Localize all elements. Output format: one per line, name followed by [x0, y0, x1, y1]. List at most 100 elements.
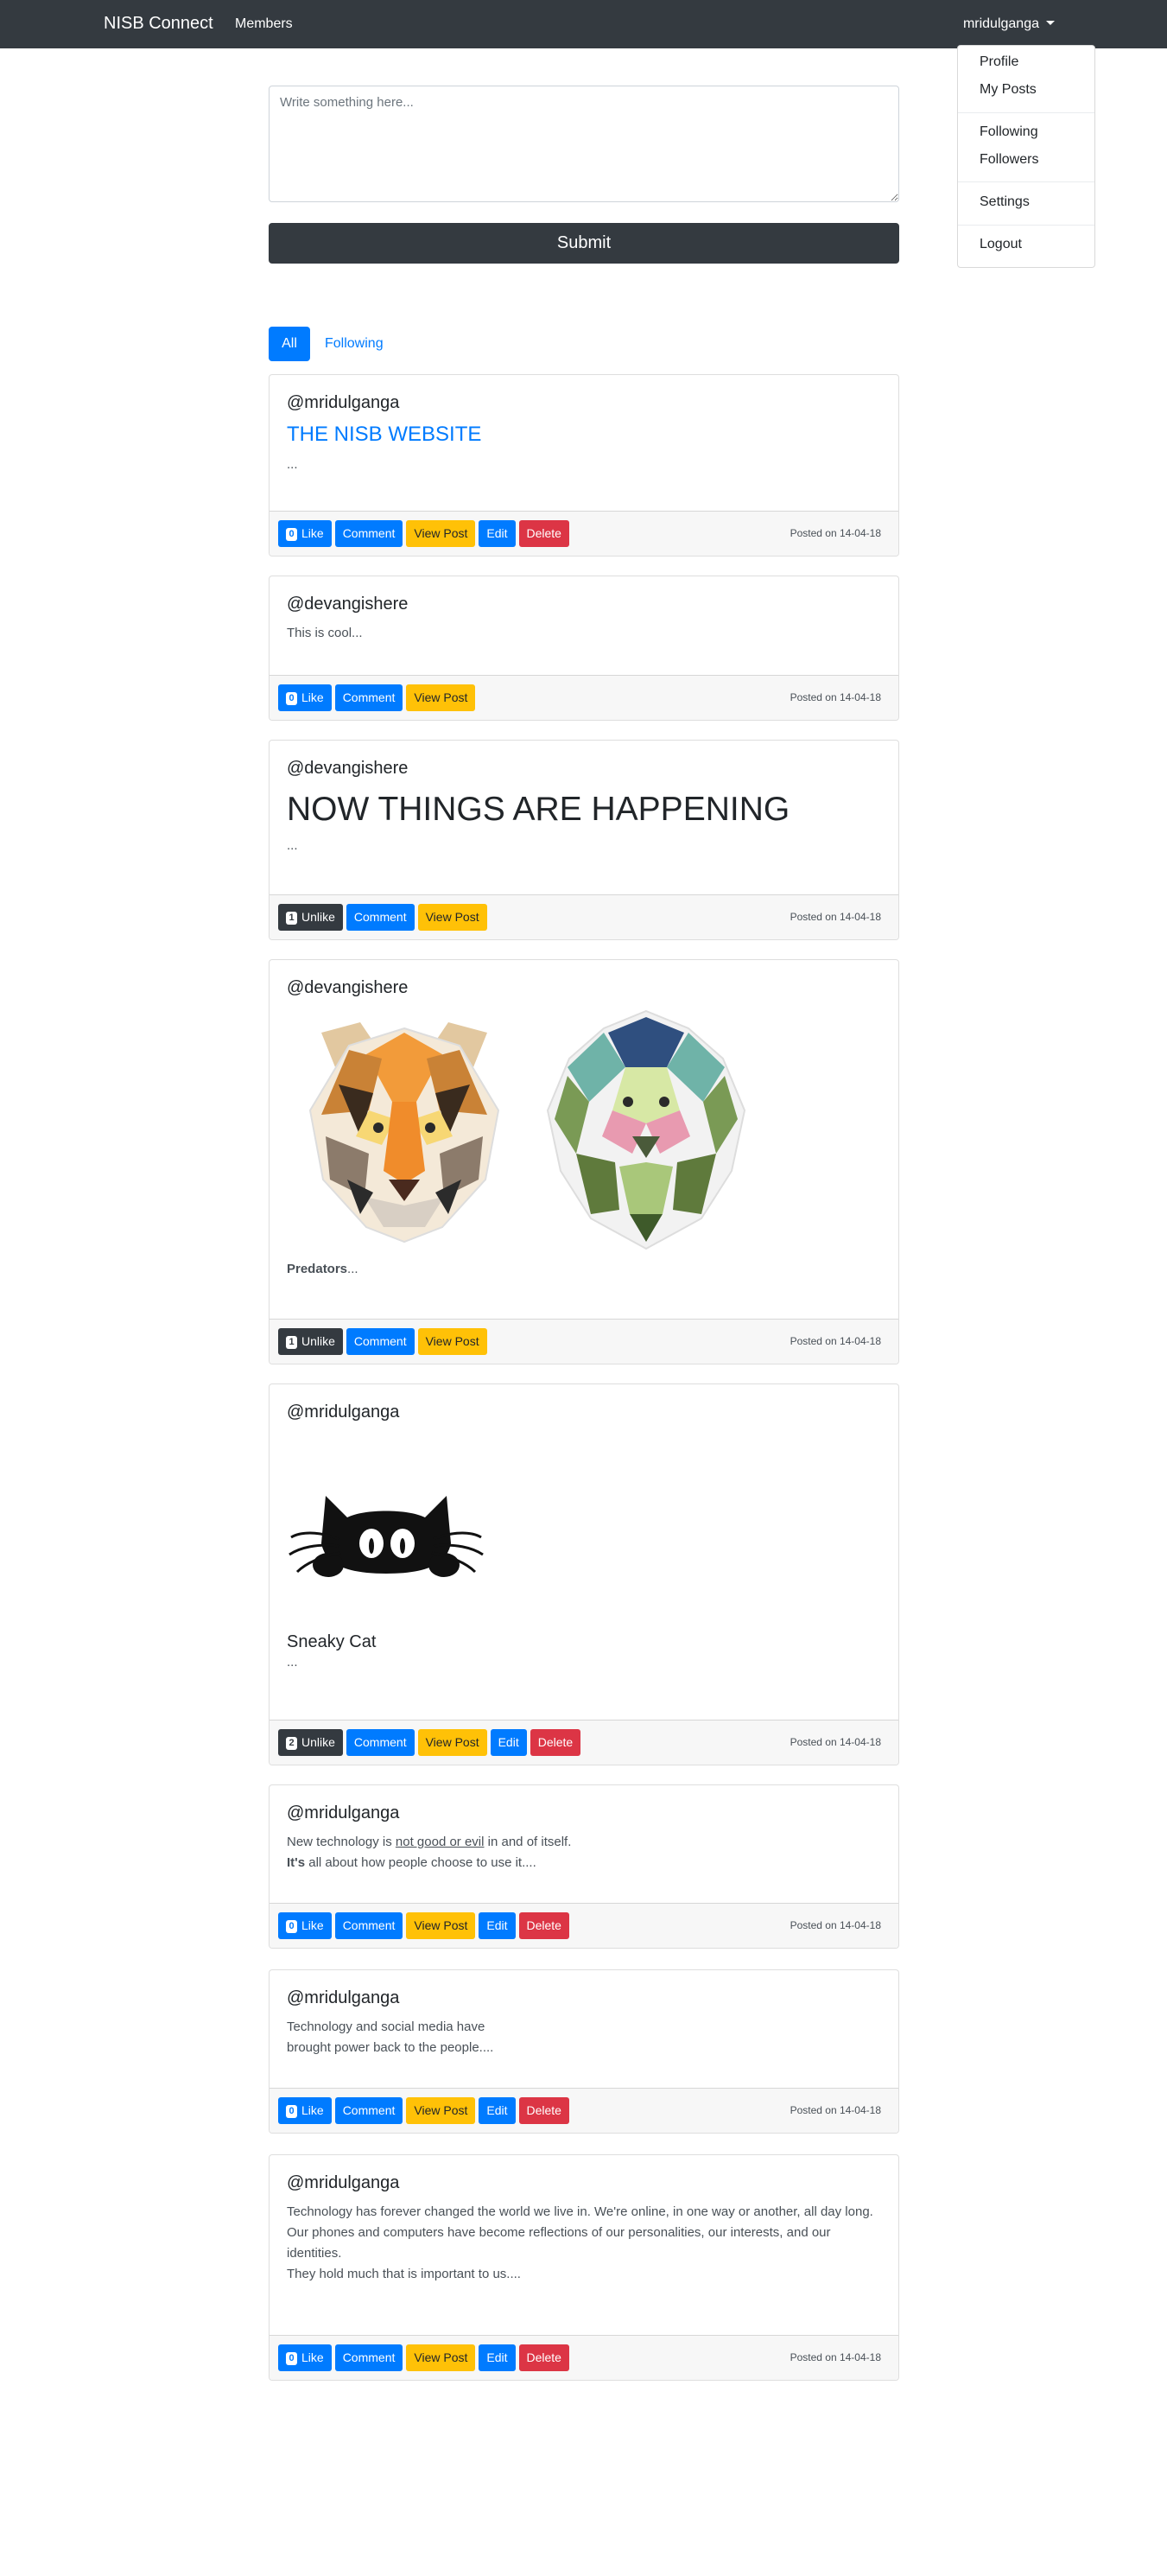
unlike-button[interactable]: 1 Unlike [278, 1328, 343, 1355]
unlike-button[interactable]: 2 Unlike [278, 1729, 343, 1756]
comment-button[interactable]: Comment [346, 1328, 415, 1355]
post-card: @mridulganga Technology has forever chan… [269, 2154, 899, 2381]
post-author[interactable]: @mridulganga [287, 1803, 881, 1823]
view-post-button[interactable]: View Post [417, 1729, 487, 1756]
post-date: Posted on 14-04-18 [790, 527, 881, 539]
post-ellipsis: ... [287, 1655, 298, 1670]
delete-button[interactable]: Delete [518, 520, 569, 547]
post-footer: 1 Unlike Comment View Post Posted on 14-0… [270, 1319, 898, 1364]
post-ellipsis: ... [287, 457, 298, 472]
comment-button[interactable]: Comment [346, 904, 415, 931]
comment-button[interactable]: Comment [334, 2097, 403, 2124]
post-text: It's all about how people choose to use … [287, 1855, 536, 1870]
post-author[interactable]: @mridulganga [287, 392, 881, 413]
dropdown-item-settings[interactable]: Settings [980, 194, 1030, 210]
post-text: Technology has forever changed the world… [287, 2204, 873, 2219]
post-text: Our phones and computers have become ref… [287, 2225, 831, 2261]
post-images [287, 1431, 881, 1631]
post-author[interactable]: @mridulganga [287, 1988, 881, 2008]
comment-button[interactable]: Comment [334, 684, 403, 711]
post-date: Posted on 14-04-18 [790, 1736, 881, 1748]
navbar: NISB Connect Members mridulganga [0, 0, 1167, 48]
edit-button[interactable]: Edit [479, 1912, 516, 1939]
post-author[interactable]: @mridulganga [287, 2172, 881, 2193]
like-count-badge: 0 [286, 692, 297, 705]
user-menu-toggle[interactable]: mridulganga [963, 16, 1055, 32]
post-date: Posted on 14-04-18 [790, 1335, 881, 1347]
like-count-badge: 1 [286, 912, 297, 925]
edit-button[interactable]: Edit [490, 1729, 527, 1756]
comment-button[interactable]: Comment [346, 1729, 415, 1756]
view-post-button[interactable]: View Post [417, 1328, 487, 1355]
dropdown-item-my-posts[interactable]: My Posts [980, 82, 1037, 98]
edit-button[interactable]: Edit [479, 520, 516, 547]
view-post-button[interactable]: View Post [406, 2344, 476, 2371]
like-count-badge: 0 [286, 2105, 297, 2118]
like-button[interactable]: 0 Like [278, 1912, 332, 1939]
comment-button[interactable]: Comment [334, 1912, 403, 1939]
cat-illustration [289, 1496, 484, 1577]
post-title-link[interactable]: THE NISB WEBSITE [287, 422, 881, 448]
dropdown-item-following[interactable]: Following [980, 124, 1038, 140]
delete-button[interactable]: Delete [518, 2097, 569, 2124]
post-footer: 0 Like Comment View Post Edit Delete Post… [270, 2335, 898, 2380]
post-footer: 0 Like Comment View Post Edit Delete Post… [270, 2088, 898, 2133]
post-date: Posted on 14-04-18 [790, 1919, 881, 1931]
edit-button[interactable]: Edit [479, 2097, 516, 2124]
post-text: They hold much that is important to us..… [287, 2267, 521, 2281]
post-date: Posted on 14-04-18 [790, 2351, 881, 2363]
post-date: Posted on 14-04-18 [790, 911, 881, 923]
unlike-button[interactable]: 1 Unlike [278, 904, 343, 931]
post-text: This is cool... [287, 626, 363, 640]
post-card: @mridulganga New technology is not good … [269, 1784, 899, 1949]
post-author[interactable]: @mridulganga [287, 1402, 881, 1422]
lion-illustration [546, 1009, 746, 1250]
post-card: @devangishere Predators... 1 Unlike Comm… [269, 959, 899, 1364]
caret-down-icon [1046, 21, 1055, 25]
brand-link[interactable]: NISB Connect [104, 14, 213, 34]
view-post-button[interactable]: View Post [406, 2097, 476, 2124]
like-count-badge: 0 [286, 528, 297, 541]
members-link[interactable]: Members [235, 16, 293, 32]
delete-button[interactable]: Delete [530, 1729, 581, 1756]
post-textarea[interactable] [269, 86, 899, 202]
post-heading: NOW THINGS ARE HAPPENING [287, 791, 790, 828]
dropdown-item-profile[interactable]: Profile [980, 54, 1018, 70]
view-post-button[interactable]: View Post [406, 520, 476, 547]
comment-button[interactable]: Comment [334, 520, 403, 547]
dropdown-item-followers[interactable]: Followers [980, 152, 1038, 168]
view-post-button[interactable]: View Post [417, 904, 487, 931]
like-button[interactable]: 0 Like [278, 2097, 332, 2124]
dropdown-item-logout[interactable]: Logout [980, 237, 1022, 252]
post-text: Predators... [287, 1262, 358, 1276]
post-text: New technology is not good or evil in an… [287, 1835, 572, 1849]
post-footer: 2 Unlike Comment View Post Edit Delete Po… [270, 1720, 898, 1765]
like-button[interactable]: 0 Like [278, 520, 332, 547]
view-post-button[interactable]: View Post [406, 1912, 476, 1939]
like-count-badge: 0 [286, 1920, 297, 1933]
post-author[interactable]: @devangishere [287, 977, 881, 998]
edit-button[interactable]: Edit [479, 2344, 516, 2371]
like-button[interactable]: 0 Like [278, 684, 332, 711]
dropdown-divider [958, 225, 1094, 226]
delete-button[interactable]: Delete [518, 2344, 569, 2371]
post-text: brought power back to the people.... [287, 2040, 494, 2055]
post-card: @devangishere NOW THINGS ARE HAPPENING .… [269, 740, 899, 940]
tab-following[interactable]: Following [325, 327, 384, 361]
tab-all[interactable]: All [269, 327, 310, 361]
post-text: Technology and social media have [287, 2019, 485, 2034]
dropdown-divider [958, 181, 1094, 182]
user-dropdown-menu: Profile My Posts Following Followers Set… [957, 45, 1095, 268]
like-count-badge: 1 [286, 1336, 297, 1349]
post-footer: 0 Like Comment View Post Edit Delete Post… [270, 1903, 898, 1948]
delete-button[interactable]: Delete [518, 1912, 569, 1939]
post-author[interactable]: @devangishere [287, 758, 881, 779]
submit-button[interactable]: Submit [269, 223, 899, 264]
post-author[interactable]: @devangishere [287, 594, 881, 614]
post-images [287, 1007, 881, 1259]
post-date: Posted on 14-04-18 [790, 2104, 881, 2116]
comment-button[interactable]: Comment [334, 2344, 403, 2371]
view-post-button[interactable]: View Post [406, 684, 476, 711]
post-date: Posted on 14-04-18 [790, 691, 881, 703]
like-button[interactable]: 0 Like [278, 2344, 332, 2371]
